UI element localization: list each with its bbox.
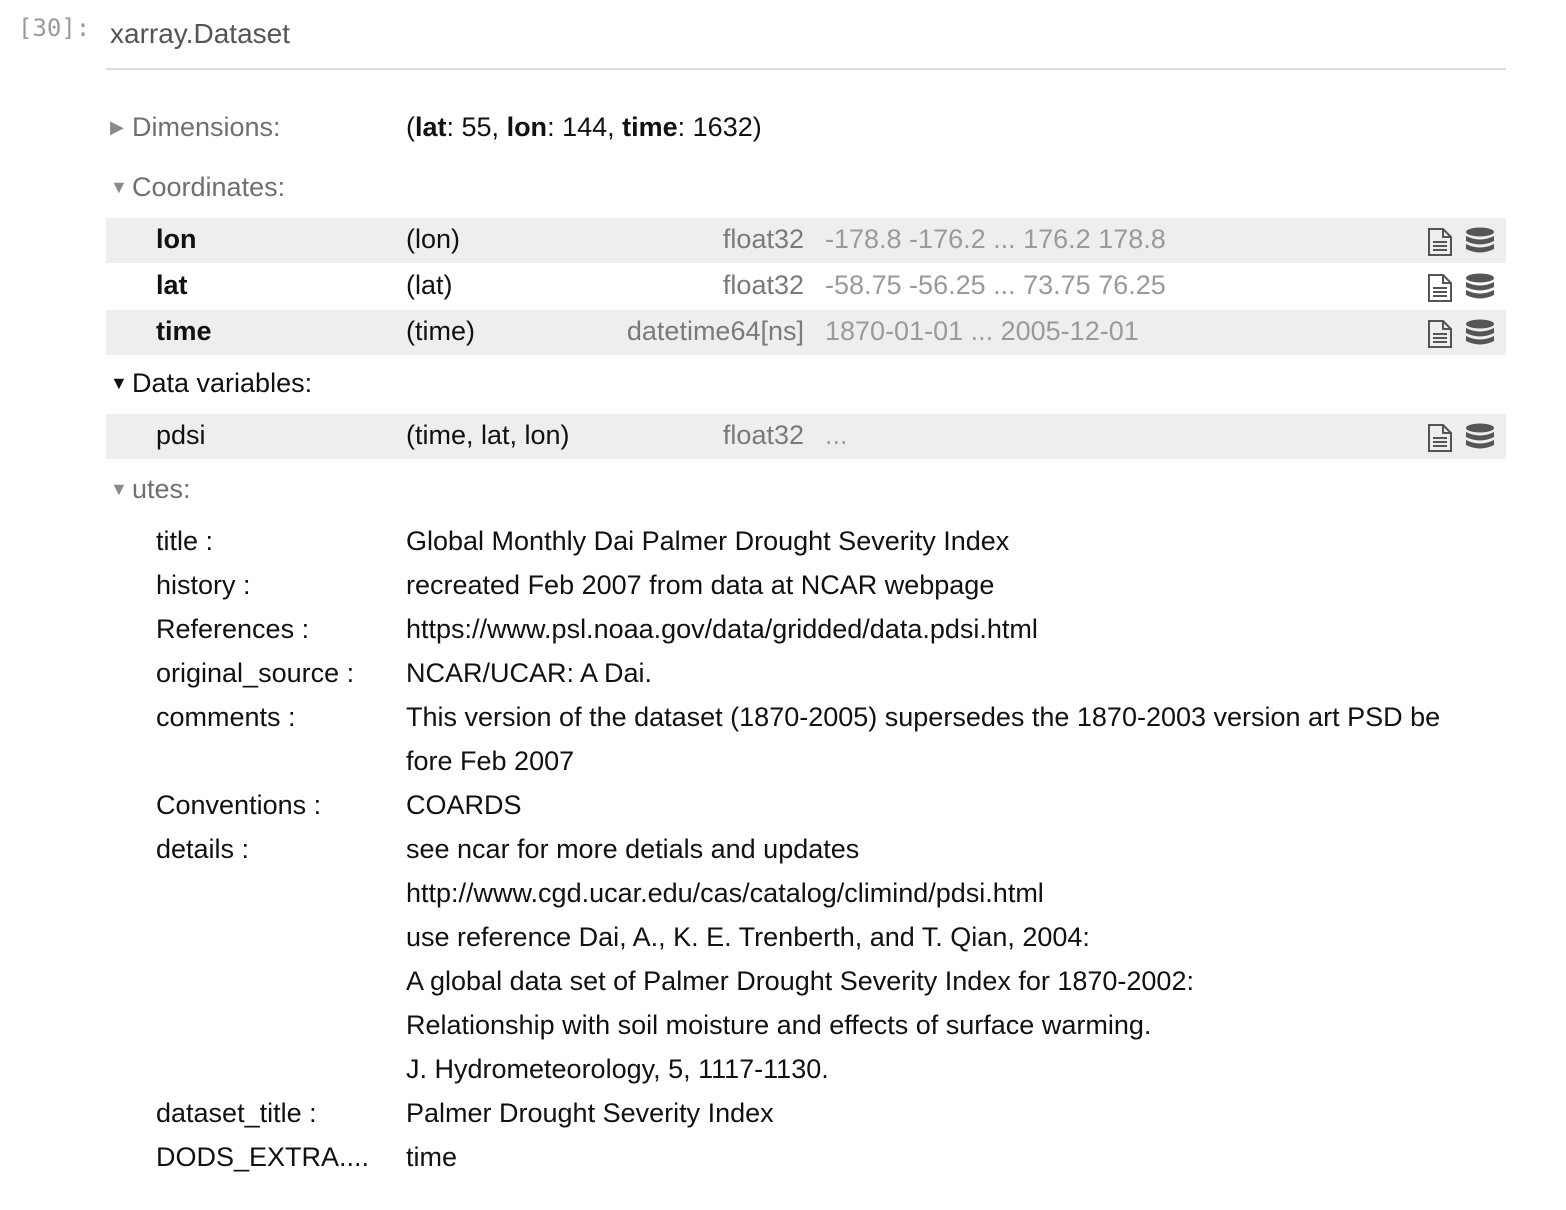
attr-value-original-source: NCAR/UCAR: A Dai.	[406, 658, 653, 688]
dims-open-paren: (	[406, 112, 415, 142]
dim-lon-name: lon	[506, 112, 548, 142]
file-text-icon[interactable]	[1426, 227, 1454, 257]
coordinate-row-time: time (time) datetime64[ns] 1870-01-01 ..…	[106, 310, 1506, 355]
variable-preview[interactable]: -58.75 -56.25 ... 73.75 76.25	[825, 270, 1166, 301]
triangle-right-icon: ▶	[110, 117, 124, 137]
attr-value-details-line-3: use reference Dai, A., K. E. Trenberth, …	[406, 922, 1090, 952]
attr-key-details: details :	[156, 834, 250, 864]
attr-value-details-line-2: http://www.cgd.ucar.edu/cas/catalog/clim…	[406, 878, 1044, 908]
variable-preview[interactable]: -178.8 -176.2 ... 176.2 178.8	[825, 224, 1166, 255]
attr-key-conventions: Conventions :	[156, 790, 322, 820]
attr-value-details-line-6: J. Hydrometeorology, 5, 1117-1130.	[406, 1054, 829, 1084]
coordinates-section-toggle[interactable]: ▼ Coordinates:	[110, 172, 285, 203]
data-variables-label: Data variables:	[132, 368, 313, 398]
database-icon[interactable]	[1464, 273, 1496, 303]
attr-key-original-source: original_source :	[156, 658, 355, 688]
variable-icons	[1426, 227, 1498, 257]
variable-preview[interactable]: ...	[825, 420, 848, 451]
file-text-icon[interactable]	[1426, 319, 1454, 349]
attr-value-history: recreated Feb 2007 from data at NCAR web…	[406, 570, 995, 600]
triangle-down-icon: ▼	[110, 373, 128, 393]
variable-name: pdsi	[156, 420, 206, 450]
attr-key-dods-extra: DODS_EXTRA....	[156, 1142, 370, 1172]
attr-value-conventions: COARDS	[406, 790, 522, 820]
attr-value-dods-extra: time	[406, 1142, 458, 1172]
dim-time-name: time	[622, 112, 678, 142]
variable-dtype: float32	[722, 224, 804, 254]
dim-lat-size: : 55,	[446, 112, 507, 142]
coordinate-row-lon: lon (lon) float32 -178.8 -176.2 ... 176.…	[106, 218, 1506, 263]
variable-icons	[1426, 423, 1498, 453]
triangle-down-icon: ▼	[110, 479, 128, 499]
variable-dtype: datetime64[ns]	[626, 316, 804, 346]
dimensions-summary: (lat: 55, lon: 144, time: 1632)	[406, 112, 762, 143]
variable-dtype: float32	[722, 420, 804, 450]
attr-key-comments: comments :	[156, 702, 296, 732]
database-icon[interactable]	[1464, 319, 1496, 349]
file-text-icon[interactable]	[1426, 423, 1454, 453]
variable-dims: (lon)	[406, 224, 461, 254]
attr-value-comments-line-2: fore Feb 2007	[406, 746, 575, 776]
triangle-down-icon: ▼	[110, 177, 128, 197]
file-text-icon[interactable]	[1426, 273, 1454, 303]
attr-value-details-line-4: A global data set of Palmer Drought Seve…	[406, 966, 1194, 996]
variable-name: lon	[156, 224, 197, 254]
coordinate-row-lat: lat (lat) float32 -58.75 -56.25 ... 73.7…	[106, 264, 1506, 309]
attr-value-dataset-title: Palmer Drought Severity Index	[406, 1098, 774, 1128]
attr-value-comments-line-1: This version of the dataset (1870-2005) …	[406, 702, 1441, 732]
variable-preview[interactable]: 1870-01-01 ... 2005-12-01	[825, 316, 1139, 347]
dim-lat-name: lat	[415, 112, 447, 142]
variable-dtype: float32	[722, 270, 804, 300]
variable-dims: (time)	[406, 316, 475, 346]
data-variable-row-pdsi: pdsi (time, lat, lon) float32 ...	[106, 414, 1506, 459]
variable-dims: (time, lat, lon)	[406, 420, 570, 450]
attr-value-references: https://www.psl.noaa.gov/data/gridded/da…	[406, 614, 1038, 644]
variable-name: lat	[156, 270, 188, 300]
attr-value-details-line-5: Relationship with soil moisture and effe…	[406, 1010, 1152, 1040]
attr-key-history: history :	[156, 570, 251, 600]
dim-lon-size: : 144,	[547, 112, 623, 142]
attr-key-title: title :	[156, 526, 214, 556]
database-icon[interactable]	[1464, 423, 1496, 453]
dataset-header: xarray.Dataset	[106, 14, 1506, 70]
variable-icons	[1426, 319, 1498, 349]
dimensions-section-toggle[interactable]: ▶ Dimensions:	[110, 112, 281, 143]
dimensions-label: Dimensions:	[132, 112, 281, 142]
coordinates-label: Coordinates:	[132, 172, 286, 202]
cell-prompt: [30]:	[18, 14, 91, 42]
variable-name: time	[156, 316, 212, 346]
dataset-type-title: xarray.Dataset	[110, 18, 290, 49]
attr-value-details-line-1: see ncar for more detials and updates	[406, 834, 860, 864]
database-icon[interactable]	[1464, 227, 1496, 257]
attributes-section-toggle[interactable]: ▼ utes:	[110, 474, 191, 505]
data-variables-section-toggle[interactable]: ▼ Data variables:	[110, 368, 312, 399]
variable-dims: (lat)	[406, 270, 453, 300]
attr-key-dataset-title: dataset_title :	[156, 1098, 317, 1128]
attr-value-title: Global Monthly Dai Palmer Drought Severi…	[406, 526, 1010, 556]
attr-key-references: References :	[156, 614, 310, 644]
dim-time-size: : 1632)	[677, 112, 762, 142]
attributes-label: utes:	[132, 474, 191, 504]
variable-icons	[1426, 273, 1498, 303]
